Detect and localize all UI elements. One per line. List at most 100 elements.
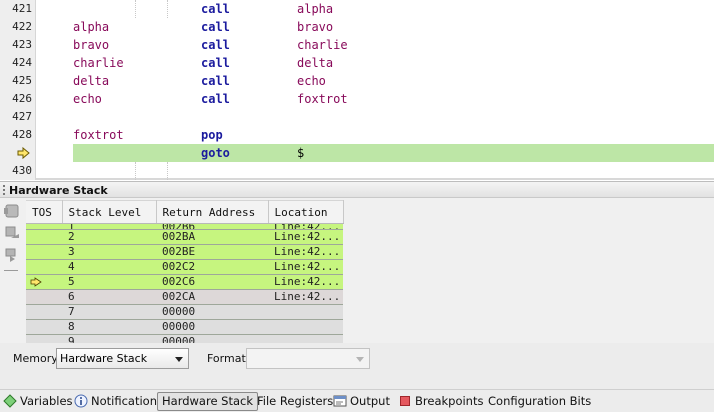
code-opcode: call	[201, 2, 230, 16]
code-label: bravo	[73, 38, 110, 52]
return-address-cell: 00000	[156, 319, 268, 335]
code-opcode: call	[201, 56, 230, 70]
step-into-icon[interactable]	[3, 246, 21, 264]
tab-label: Output	[350, 394, 390, 408]
location-cell: Line:42...	[268, 289, 343, 305]
code-line[interactable]: 422 alpha call bravo	[0, 18, 714, 36]
code-operand: echo	[297, 74, 326, 88]
tos-cell	[26, 319, 62, 335]
code-label: echo	[73, 92, 102, 106]
line-number: 425	[12, 74, 32, 87]
step-icon[interactable]	[3, 202, 21, 220]
line-number: 422	[12, 20, 32, 33]
stack-level-cell: 2	[62, 229, 156, 245]
location-cell	[268, 304, 343, 320]
location-cell: Line:42...	[268, 223, 343, 230]
table-row[interactable]: 8 00000	[26, 319, 343, 335]
drag-grip-icon[interactable]	[3, 185, 5, 195]
format-label: Format	[207, 352, 246, 365]
format-select[interactable]	[246, 348, 370, 369]
location-cell: Line:42...	[268, 274, 343, 290]
chevron-down-icon	[356, 357, 364, 362]
program-counter-arrow-icon[interactable]	[8, 144, 34, 162]
stack-level-cell: 3	[62, 244, 156, 260]
code-opcode: call	[201, 20, 230, 34]
table-row[interactable]: 4 002C2 Line:42...	[26, 259, 343, 275]
stack-level-cell: 7	[62, 304, 156, 320]
hardware-stack-titlebar[interactable]: Hardware Stack	[0, 181, 714, 198]
code-opcode: pop	[201, 128, 223, 142]
line-number: 428	[12, 128, 32, 141]
tos-cell	[26, 244, 62, 260]
code-operand: foxtrot	[297, 92, 348, 106]
code-opcode: call	[201, 92, 230, 106]
return-address-cell: 002C2	[156, 259, 268, 275]
tos-cell	[26, 289, 62, 305]
variables-diamond-icon	[3, 394, 17, 408]
code-line[interactable]: 421 call alpha	[0, 0, 714, 18]
code-label: foxtrot	[73, 128, 124, 142]
tab-label: File Registers	[257, 394, 334, 408]
tab-file-registers[interactable]: File Registers	[256, 392, 334, 411]
column-header-location[interactable]: Location	[268, 200, 344, 224]
output-window-icon	[333, 395, 347, 407]
info-icon	[74, 394, 88, 408]
current-code-line[interactable]: goto $	[0, 144, 714, 162]
return-address-cell: 002CA	[156, 289, 268, 305]
table-row[interactable]: 2 002BA Line:42...	[26, 229, 343, 245]
tos-cell	[26, 229, 62, 245]
code-operand: delta	[297, 56, 334, 70]
code-opcode: call	[201, 74, 230, 88]
code-operand: bravo	[297, 20, 334, 34]
tab-configuration-bits[interactable]: Configuration Bits	[487, 392, 592, 411]
tab-label: Breakpoints	[415, 394, 484, 408]
editor-horizontal-scrollbar[interactable]	[36, 178, 714, 180]
memory-select[interactable]: Hardware Stack	[56, 348, 189, 369]
code-editor[interactable]: 421 call alpha 422 alpha call bravo 423 …	[0, 0, 714, 180]
stack-level-cell: 5	[62, 274, 156, 290]
code-operand: $	[297, 146, 305, 160]
code-line[interactable]: 423 bravo call charlie	[0, 36, 714, 54]
hardware-stack-panel: TOS Stack Level Return Address Location …	[0, 198, 714, 350]
tab-notifications[interactable]: Notifications	[73, 392, 164, 411]
memory-format-bar: Memory Hardware Stack Format	[0, 343, 714, 389]
table-row-top-of-stack[interactable]: 5 002C6 Line:42...	[26, 274, 343, 290]
table-row[interactable]: 1 002B6 Line:42...	[26, 223, 343, 230]
tab-label: Configuration Bits	[488, 394, 592, 408]
code-opcode: goto	[201, 146, 230, 160]
breakpoint-icon	[400, 396, 410, 406]
tab-output[interactable]: Output	[332, 392, 391, 411]
table-row[interactable]: 3 002BE Line:42...	[26, 244, 343, 260]
return-address-cell: 002BA	[156, 229, 268, 245]
code-label: alpha	[73, 20, 110, 34]
line-number: 430	[12, 164, 32, 177]
code-line[interactable]: 424 charlie call delta	[0, 54, 714, 72]
tab-label: Hardware Stack	[162, 394, 254, 408]
table-row[interactable]: 6 002CA Line:42...	[26, 289, 343, 305]
panel-toolbar	[0, 198, 24, 343]
memory-select-value: Hardware Stack	[60, 352, 148, 365]
column-header-return-address[interactable]: Return Address	[156, 200, 269, 224]
tab-variables[interactable]: Variables	[2, 392, 74, 411]
stack-level-cell: 6	[62, 289, 156, 305]
column-header-stack-level[interactable]: Stack Level	[62, 200, 157, 224]
tos-cell	[26, 274, 62, 290]
step-out-icon[interactable]	[3, 224, 21, 242]
tos-cell	[26, 259, 62, 275]
code-line[interactable]: 426 echo call foxtrot	[0, 90, 714, 108]
current-line-highlight	[73, 144, 714, 162]
tab-breakpoints[interactable]: Breakpoints	[397, 392, 484, 411]
hardware-stack-table[interactable]: TOS Stack Level Return Address Location …	[26, 200, 344, 350]
table-row[interactable]: 7 00000	[26, 304, 343, 320]
tab-hardware-stack[interactable]: Hardware Stack	[157, 392, 259, 411]
column-header-tos[interactable]: TOS	[26, 200, 63, 224]
toolbar-divider	[4, 270, 18, 271]
code-line[interactable]: 427	[0, 108, 714, 126]
return-address-cell: 002BE	[156, 244, 268, 260]
location-cell: Line:42...	[268, 259, 343, 275]
line-number: 421	[12, 2, 32, 15]
line-number: 426	[12, 92, 32, 105]
bottom-tab-bar: Variables Notifications Hardware Stack F…	[0, 389, 714, 412]
code-line[interactable]: 428 foxtrot pop	[0, 126, 714, 144]
code-line[interactable]: 425 delta call echo	[0, 72, 714, 90]
